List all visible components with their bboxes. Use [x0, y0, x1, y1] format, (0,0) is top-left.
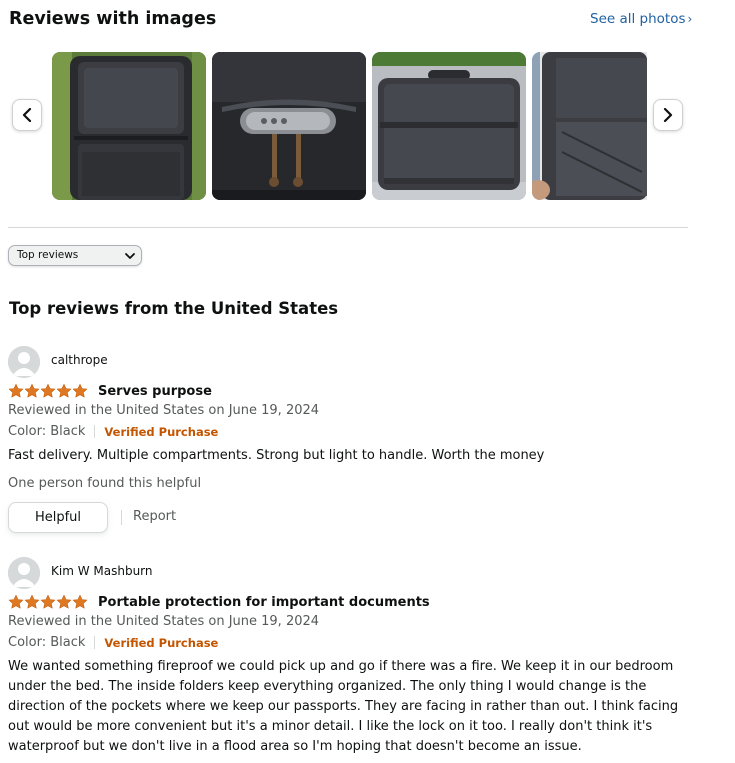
helpful-button[interactable]: Helpful	[8, 502, 108, 533]
carousel-prev-button[interactable]	[12, 99, 42, 131]
review-date: Reviewed in the United States on June 19…	[8, 614, 320, 629]
review-image-thumbnail[interactable]	[212, 52, 366, 200]
chevron-right-icon	[663, 108, 673, 122]
see-all-photos-link[interactable]: See all photos ›	[590, 11, 692, 27]
star-icon	[8, 594, 24, 609]
reviewer-name: Kim W Mashburn	[51, 564, 153, 578]
star-icon	[40, 594, 56, 609]
see-all-photos-label: See all photos	[590, 11, 686, 27]
default-user-icon	[8, 557, 40, 589]
star-icon	[8, 383, 24, 398]
verified-purchase-badge: Verified Purchase	[104, 635, 219, 650]
review-title[interactable]: Portable protection for important docume…	[98, 595, 430, 610]
meta-divider	[94, 425, 96, 438]
chevron-left-icon	[22, 108, 32, 122]
chevron-down-icon	[125, 253, 135, 259]
product-variant[interactable]: Color: Black	[8, 424, 85, 439]
reviewer-name: calthrope	[51, 353, 108, 367]
sort-selected-value: Top reviews	[17, 249, 79, 261]
sort-reviews-dropdown[interactable]: Top reviews	[8, 245, 142, 266]
reviews-with-images-heading: Reviews with images	[9, 9, 217, 29]
section-divider	[8, 227, 688, 228]
case-exterior-photo	[372, 52, 526, 200]
review-body: We wanted something fireproof we could p…	[8, 659, 679, 754]
avatar	[8, 557, 40, 589]
verified-purchase-badge: Verified Purchase	[104, 424, 219, 439]
star-icon	[40, 383, 56, 398]
review-card: Kim W Mashburn Portable protection for i…	[8, 557, 698, 763]
star-icon	[72, 594, 88, 609]
review-image-thumbnail[interactable]	[372, 52, 526, 200]
report-link[interactable]: Report	[133, 509, 176, 524]
review-date: Reviewed in the United States on June 19…	[8, 403, 320, 418]
star-icon	[24, 594, 40, 609]
chevron-right-small-icon: ›	[687, 12, 693, 26]
review-image-thumbnail[interactable]	[52, 52, 206, 200]
case-side-photo	[532, 52, 647, 200]
case-interior-photo	[52, 52, 206, 200]
review-title[interactable]: Serves purpose	[98, 384, 212, 399]
combination-lock-photo	[212, 52, 366, 200]
avatar	[8, 346, 40, 378]
star-icon	[56, 383, 72, 398]
meta-divider	[94, 636, 96, 649]
helpful-count: One person found this helpful	[8, 476, 202, 491]
product-variant[interactable]: Color: Black	[8, 635, 85, 650]
review-body: Fast delivery. Multiple compartments. St…	[8, 448, 545, 463]
star-icon	[24, 383, 40, 398]
review-card: calthrope Serves purpose Reviewed in the…	[8, 346, 698, 536]
star-rating[interactable]	[8, 383, 88, 399]
star-icon	[72, 383, 88, 398]
star-rating[interactable]	[8, 594, 88, 610]
report-divider	[121, 510, 122, 525]
star-icon	[56, 594, 72, 609]
top-reviews-heading: Top reviews from the United States	[9, 299, 339, 318]
review-image-thumbnail[interactable]	[532, 52, 647, 200]
carousel-next-button[interactable]	[653, 99, 683, 131]
default-user-icon	[8, 346, 40, 378]
